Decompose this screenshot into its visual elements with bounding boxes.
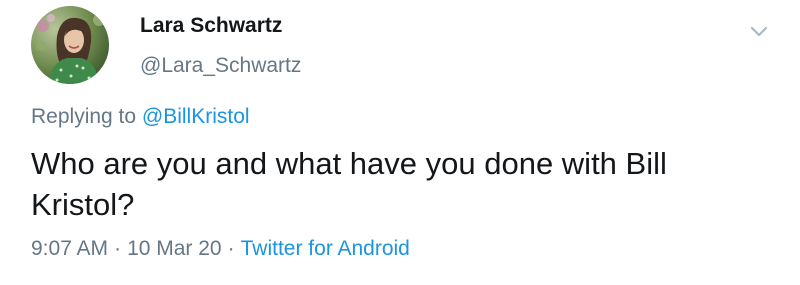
tweet-date[interactable]: 10 Mar 20 <box>127 237 222 260</box>
avatar-photo <box>31 6 109 84</box>
tweet-time[interactable]: 9:07 AM <box>31 237 108 260</box>
reply-mention-link[interactable]: @BillKristol <box>142 105 250 128</box>
meta-separator: · <box>227 237 235 260</box>
meta-separator: · <box>114 237 122 260</box>
tweet-source-link[interactable]: Twitter for Android <box>241 237 410 260</box>
replying-to: Replying to @BillKristol <box>31 105 250 129</box>
avatar[interactable] <box>31 6 109 84</box>
chevron-down-icon <box>750 26 768 37</box>
tweet-meta: 9:07 AM · 10 Mar 20 · Twitter for Android <box>31 237 410 261</box>
tweet-menu-button[interactable] <box>745 18 773 44</box>
replying-to-label: Replying to <box>31 105 137 128</box>
author-display-name[interactable]: Lara Schwartz <box>140 14 282 38</box>
tweet-text: Who are you and what have you done with … <box>31 146 667 222</box>
author-handle[interactable]: @Lara_Schwartz <box>140 54 301 78</box>
tweet-card: Lara Schwartz @Lara_Schwartz Replying to… <box>0 0 800 285</box>
